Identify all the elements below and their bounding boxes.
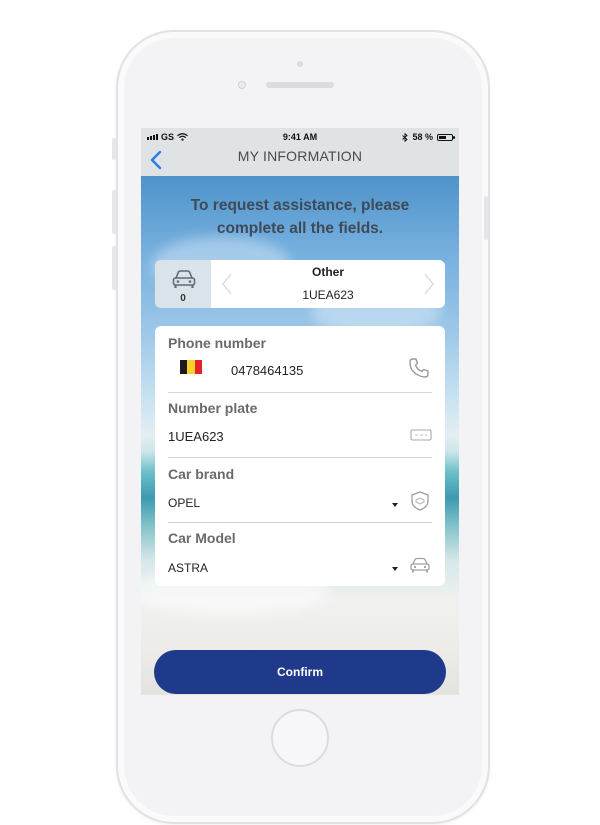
number-plate-field[interactable]: 1UEA623 [168, 429, 224, 444]
power-button [484, 196, 488, 240]
battery-percent: 58 % [412, 132, 433, 142]
instructions-line-1: To request assistance, please [190, 197, 410, 214]
belgium-flag-icon[interactable] [180, 360, 202, 374]
vehicle-plate: 1UEA623 [302, 288, 354, 302]
confirm-button[interactable]: Confirm [154, 650, 446, 694]
volume-down-button [112, 246, 116, 290]
car-model-label: Car Model [168, 530, 236, 546]
divider [168, 457, 432, 458]
vehicle-name: Other [311, 265, 344, 279]
information-form: Phone number 0478464135 Number plate 1UE… [155, 326, 445, 586]
vehicle-count-box: 0 [155, 260, 211, 308]
car-model-dropdown-arrow-icon[interactable] [392, 567, 398, 571]
volume-up-button [112, 190, 116, 234]
brand-shield-icon [411, 491, 429, 511]
car-model-select[interactable]: ASTRA [168, 561, 208, 575]
divider [168, 392, 432, 393]
proximity-sensor [297, 61, 303, 67]
car-brand-select[interactable]: OPEL [168, 496, 200, 510]
car-brand-dropdown-arrow-icon[interactable] [392, 503, 398, 507]
page-title: MY INFORMATION [237, 148, 363, 164]
vehicle-selector[interactable]: 0 Other 1UEA623 [155, 260, 445, 308]
mute-switch [112, 138, 116, 160]
navigation-bar: MY INFORMATION [141, 146, 459, 176]
phone-number-label: Phone number [168, 335, 267, 351]
battery-icon [437, 133, 455, 141]
instructions-line-2: complete all the fields. [216, 220, 384, 237]
instructions-text: To request assistance, please complete a… [141, 194, 459, 240]
vehicle-count: 0 [180, 293, 186, 304]
phone-number-field[interactable]: 0478464135 [231, 363, 303, 378]
car-brand-label: Car brand [168, 466, 235, 482]
divider [168, 522, 432, 523]
status-bar: GS 9:41 AM 58 % [141, 128, 459, 146]
phone-screen: GS 9:41 AM 58 % MY INFORMATION To reques… [141, 128, 459, 695]
car-icon [410, 557, 430, 573]
phone-icon[interactable] [407, 356, 431, 380]
front-camera [238, 81, 246, 89]
license-plate-icon [410, 429, 432, 441]
number-plate-label: Number plate [168, 400, 258, 416]
home-button[interactable] [271, 709, 329, 767]
bluetooth-icon [402, 132, 409, 142]
next-vehicle-chevron-icon[interactable] [423, 272, 435, 296]
car-icon [172, 270, 196, 288]
earpiece-speaker [266, 82, 334, 88]
